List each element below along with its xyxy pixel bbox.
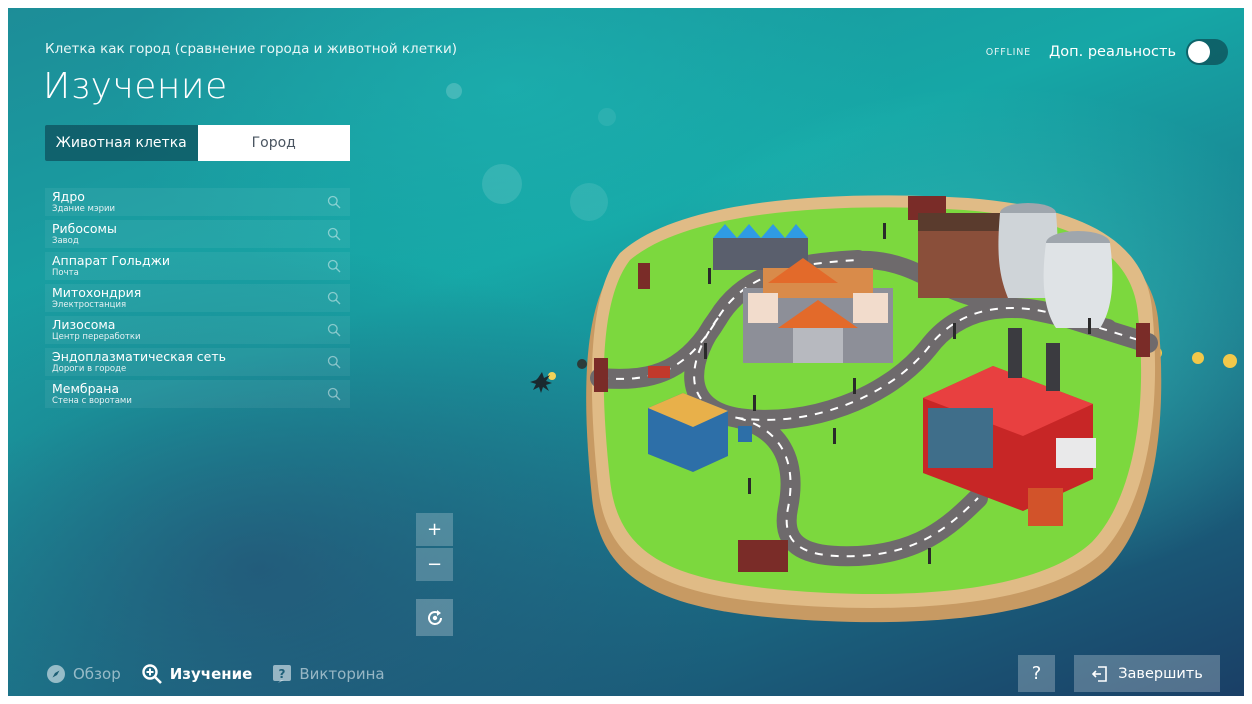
- magnifier-icon[interactable]: [327, 259, 341, 273]
- nav-explore[interactable]: Изучение: [141, 663, 253, 685]
- nav-quiz-label: Викторина: [299, 665, 385, 683]
- zoom-controls: + −: [416, 513, 453, 581]
- background-bubble: [446, 83, 462, 99]
- magnifier-icon[interactable]: [327, 291, 341, 305]
- offline-badge: OFFLINE: [985, 46, 1031, 58]
- magnifier-icon[interactable]: [327, 387, 341, 401]
- magnifier-icon[interactable]: [327, 323, 341, 337]
- list-item[interactable]: Мембрана Стена с воротами: [45, 380, 350, 408]
- list-item[interactable]: Ядро Здание мэрии: [45, 188, 350, 216]
- nav-overview-label: Обзор: [73, 665, 121, 683]
- ar-label: Доп. реальность: [1048, 44, 1176, 60]
- reset-view-icon: [427, 609, 442, 625]
- compass-icon: [47, 665, 65, 683]
- exit-door-icon: [1092, 665, 1108, 682]
- toggle-knob: [1188, 41, 1210, 63]
- list-item[interactable]: Лизосома Центр переработки: [45, 316, 350, 344]
- city-island-illustration[interactable]: [508, 168, 1244, 638]
- page-title: Изучение: [43, 66, 228, 107]
- city-analog: Электростанция: [52, 300, 127, 310]
- city-analog: Здание мэрии: [52, 204, 116, 214]
- organelle-name: Лизосома: [52, 317, 116, 332]
- organelle-name: Мембрана: [52, 381, 120, 396]
- page-subtitle: Клетка как город (сравнение города и жив…: [45, 41, 458, 57]
- svg-text:?: ?: [279, 667, 286, 681]
- zoom-plus-icon: [142, 664, 162, 684]
- help-button[interactable]: ?: [1018, 655, 1055, 692]
- reset-view-button[interactable]: [416, 599, 453, 636]
- organelle-name: Митохондрия: [52, 285, 142, 300]
- nav-explore-label: Изучение: [169, 665, 253, 683]
- zoom-in-button[interactable]: +: [416, 513, 453, 546]
- finish-label: Завершить: [1118, 665, 1203, 682]
- ar-control: OFFLINE Доп. реальность: [986, 39, 1228, 65]
- list-item[interactable]: Митохондрия Электростанция: [45, 284, 350, 312]
- view-switch: Животная клетка Город: [45, 125, 350, 161]
- city-analog: Дороги в городе: [52, 364, 127, 374]
- magnifier-icon[interactable]: [327, 227, 341, 241]
- organelle-name: Эндоплазматическая сеть: [52, 349, 227, 364]
- city-analog: Почта: [52, 268, 79, 278]
- tab-city[interactable]: Город: [197, 125, 350, 161]
- question-square-icon: ?: [273, 665, 292, 683]
- background-bubble: [598, 108, 616, 126]
- magnifier-icon[interactable]: [327, 355, 341, 369]
- city-hall-building[interactable]: [743, 258, 893, 363]
- organelle-name: Аппарат Гольджи: [52, 253, 171, 268]
- city-analog: Стена с воротами: [52, 396, 132, 406]
- bottom-navigation: Обзор Изучение ? Викторина: [46, 663, 385, 685]
- car: [648, 366, 670, 378]
- finish-button[interactable]: Завершить: [1074, 655, 1220, 692]
- organelle-name: Ядро: [52, 189, 85, 204]
- app-window: Клетка как город (сравнение города и жив…: [8, 8, 1244, 696]
- list-item[interactable]: Аппарат Гольджи Почта: [45, 252, 350, 280]
- organelle-list: Ядро Здание мэрии Рибосомы Завод Аппарат…: [45, 188, 350, 412]
- nav-quiz[interactable]: ? Викторина: [272, 664, 385, 684]
- organelle-name: Рибосомы: [52, 221, 117, 236]
- ar-toggle[interactable]: [1186, 39, 1228, 65]
- magnifier-icon[interactable]: [327, 195, 341, 209]
- city-analog: Завод: [52, 236, 79, 246]
- list-item[interactable]: Рибосомы Завод: [45, 220, 350, 248]
- zoom-out-button[interactable]: −: [416, 548, 453, 581]
- nav-overview[interactable]: Обзор: [46, 664, 121, 684]
- city-analog: Центр переработки: [52, 332, 141, 342]
- tab-animal-cell[interactable]: Животная клетка: [45, 125, 198, 161]
- list-item[interactable]: Эндоплазматическая сеть Дороги в городе: [45, 348, 350, 376]
